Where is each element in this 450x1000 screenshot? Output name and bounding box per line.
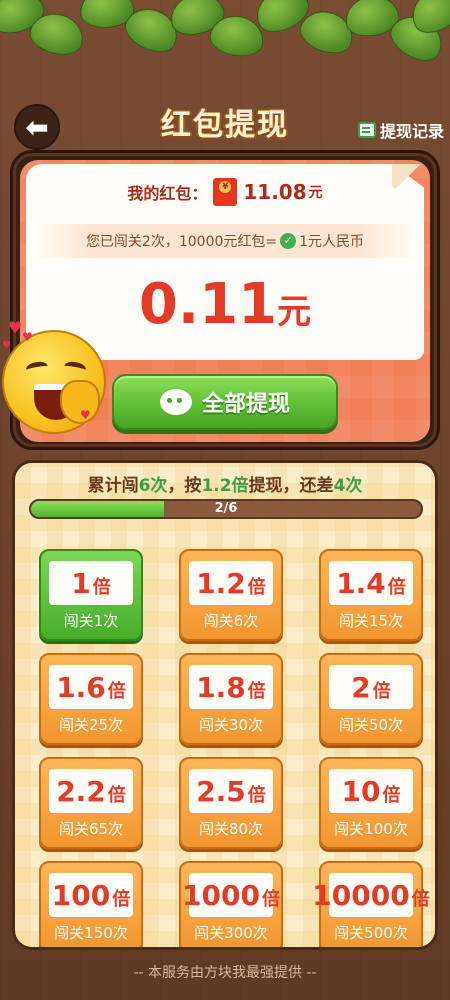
tile-multiplier-value: 1000 [182,879,260,912]
amount-unit: 元 [277,292,312,332]
tile-requirement: 闯关500次 [334,924,408,942]
tile-multiplier-suffix: 倍 [411,889,430,910]
tile-multiplier-value: 2 [351,671,371,704]
amount-value: 0.11 [138,272,278,337]
heart-icon: ♥ [2,340,11,351]
tile-requirement: 闯关80次 [198,820,264,838]
rate-text-before: 您已闯关2次，10000元红包= [85,234,278,250]
tile-requirement: 闯关25次 [58,716,124,734]
tile-multiplier-value: 2.2 [56,775,106,808]
tile-multiplier-value: 1.8 [196,671,246,704]
tile-requirement: 闯关65次 [58,820,124,838]
balance-unit: 元 [308,185,323,201]
multiplier-tile[interactable]: 2.5 倍闯关80次 [179,757,283,849]
tile-multiplier: 1.6 倍 [49,665,133,709]
tile-multiplier-suffix: 倍 [247,785,266,806]
tile-multiplier-suffix: 倍 [107,681,126,702]
withdraw-button-label: 全部提现 [201,392,290,417]
record-icon [357,122,376,138]
check-icon: ✓ [280,233,297,249]
level-reward-panel: 累计闯6次，按1.2倍提现，还差4次 2/6 1 倍闯关1次 1.2 倍闯关6次 1.4… [12,460,438,950]
multiplier-tile[interactable]: 1 倍闯关1次 [39,549,143,641]
tile-multiplier-value: 2.5 [196,775,246,808]
balance-label: 我的红包： [127,184,208,203]
tile-multiplier-suffix: 倍 [107,785,126,806]
tile-multiplier: 1.4 倍 [329,561,413,605]
tile-multiplier-value: 100 [51,879,111,912]
tile-requirement: 闯关15次 [338,612,404,630]
progress-label: 2/6 [214,501,238,516]
tile-multiplier-value: 1 [71,567,91,600]
multiplier-tile[interactable]: 2.2 倍闯关65次 [39,757,143,849]
tile-requirement: 闯关1次 [63,612,119,630]
tile-requirement: 闯关100次 [334,820,408,838]
tile-multiplier-suffix: 倍 [92,577,111,598]
heart-icon: ♥ [8,318,23,337]
tile-multiplier: 10 倍 [329,769,413,813]
heart-icon: ♥ [80,408,91,422]
tile-multiplier-value: 1.6 [56,671,106,704]
multiplier-tile[interactable]: 1.2 倍闯关6次 [179,549,283,641]
tile-multiplier: 1.2 倍 [189,561,273,605]
tile-multiplier: 1.8 倍 [189,665,273,709]
withdraw-amount: 0.11元 [26,272,424,337]
tile-multiplier: 1000 倍 [182,873,280,917]
multiplier-grid: 1 倍闯关1次 1.2 倍闯关6次 1.4 倍闯关15次 1.6 倍闯关25次 1.8 倍闯关30… [39,549,430,947]
red-packet-icon [213,178,238,206]
progress-summary: 累计闯6次，按1.2倍提现，还差4次 [87,476,363,496]
heart-icon: ♥ [22,330,33,344]
tile-multiplier: 2.2 倍 [49,769,133,813]
balance-value: 11.08 [243,180,307,204]
tile-multiplier-suffix: 倍 [247,577,266,598]
tile-multiplier-value: 10000 [312,879,410,912]
multiplier-tile[interactable]: 1000 倍闯关300次 [179,861,283,947]
tile-multiplier-value: 10 [341,775,381,808]
tile-requirement: 闯关300次 [194,924,268,942]
rate-text-after: 1元人民币 [299,234,365,250]
tile-multiplier: 2.5 倍 [189,769,273,813]
tile-multiplier-suffix: 倍 [372,681,391,702]
tile-requirement: 闯关30次 [198,716,264,734]
withdraw-record-link[interactable]: 提现记录 [357,118,444,142]
multiplier-tile[interactable]: 1.4 倍闯关15次 [319,549,423,641]
tile-multiplier-suffix: 倍 [112,889,131,910]
tile-requirement: 闯关6次 [203,612,259,630]
record-label: 提现记录 [379,122,444,141]
tile-multiplier: 100 倍 [49,873,133,917]
progress-bar: 2/6 [29,499,423,519]
leaf-decoration [0,0,450,70]
withdraw-all-button[interactable]: 全部提现 [112,374,338,430]
multiplier-tile[interactable]: 10000 倍闯关500次 [312,861,430,947]
tile-requirement: 闯关150次 [54,924,128,942]
wechat-icon [159,389,192,415]
footer-credit: -- 本服务由方块我最强提供 -- [133,965,317,981]
tile-multiplier-value: 1.4 [336,567,386,600]
tile-multiplier-value: 1.2 [196,567,246,600]
multiplier-tile[interactable]: 100 倍闯关150次 [39,861,143,947]
multiplier-tile[interactable]: 1.8 倍闯关30次 [179,653,283,745]
multiplier-tile[interactable]: 2 倍闯关50次 [319,653,423,745]
tile-multiplier-suffix: 倍 [382,785,401,806]
tile-requirement: 闯关50次 [338,716,404,734]
tile-multiplier-suffix: 倍 [261,889,280,910]
multiplier-tile[interactable]: 10 倍闯关100次 [319,757,423,849]
tile-multiplier: 2倍 [329,665,413,709]
exchange-rate-bar: 您已闯关2次，10000元红包= ✓ 1元人民币 [32,224,418,258]
tile-multiplier: 10000 倍 [312,873,430,917]
multiplier-tile[interactable]: 1.6 倍闯关25次 [39,653,143,745]
balance-row: 我的红包： 11.08 元 [26,172,424,212]
tile-multiplier: 1倍 [49,561,133,605]
tile-multiplier-suffix: 倍 [247,681,266,702]
tile-multiplier-suffix: 倍 [387,577,406,598]
